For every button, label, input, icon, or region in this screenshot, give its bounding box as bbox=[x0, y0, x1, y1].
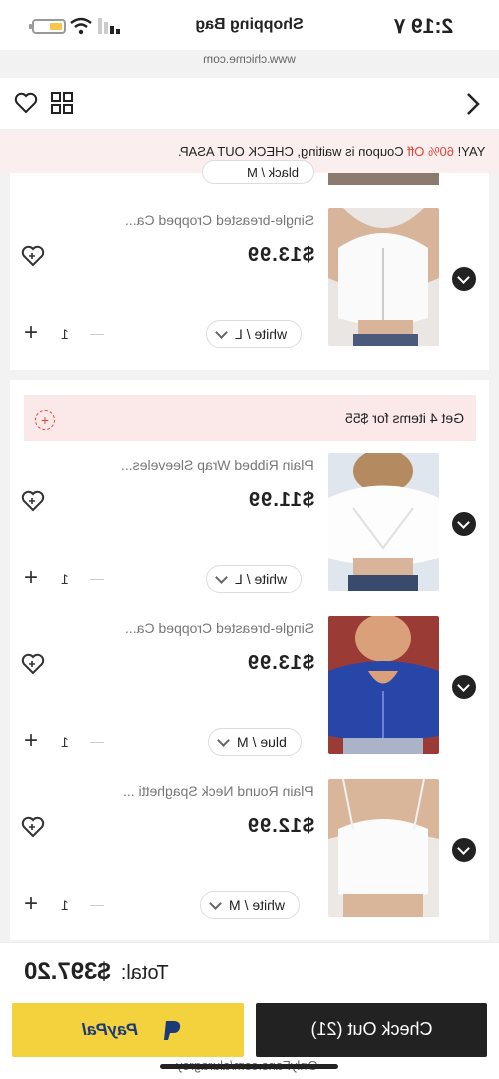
variant-selector[interactable]: white / L bbox=[206, 320, 303, 348]
paypal-label: PayPal bbox=[82, 1020, 138, 1039]
select-item-checkbox[interactable] bbox=[452, 838, 476, 862]
increase-quantity-button[interactable]: + bbox=[24, 321, 38, 345]
variant-text: blue / M bbox=[237, 734, 287, 750]
grid-icon[interactable] bbox=[51, 92, 73, 114]
select-item-checkbox[interactable] bbox=[452, 267, 476, 291]
banner-highlight: 60% Off bbox=[406, 144, 454, 159]
checkout-button[interactable]: Check Out (21) bbox=[256, 1003, 487, 1057]
promo-banner[interactable]: Get 4 items for $55 bbox=[24, 395, 476, 441]
decrease-quantity-button[interactable] bbox=[90, 742, 104, 743]
paypal-button[interactable]: PayPal bbox=[12, 1003, 244, 1057]
product-price: $12.99 bbox=[246, 815, 314, 837]
product-image[interactable] bbox=[328, 616, 439, 754]
home-indicator bbox=[160, 1064, 338, 1069]
product-image[interactable] bbox=[328, 453, 439, 591]
product-name[interactable]: Plain Ribbed Wrap Sleeveles... bbox=[121, 457, 314, 473]
save-to-wishlist-icon[interactable] bbox=[20, 652, 48, 676]
variant-text: white / L bbox=[235, 326, 288, 342]
quantity-value: 1 bbox=[61, 897, 69, 913]
product-image[interactable] bbox=[328, 208, 439, 346]
promo-text: Get 4 items for $55 bbox=[344, 410, 464, 426]
save-to-wishlist-icon[interactable] bbox=[20, 815, 48, 839]
variant-text: white / M bbox=[229, 897, 286, 913]
quantity-value: 1 bbox=[61, 734, 69, 750]
back-chevron-icon[interactable] bbox=[466, 92, 482, 116]
order-total: Total: $397.20 bbox=[24, 958, 169, 986]
product-price: $13.99 bbox=[246, 652, 314, 674]
total-label: Total: bbox=[120, 962, 169, 984]
quantity-value: 1 bbox=[61, 571, 69, 587]
select-item-checkbox[interactable] bbox=[452, 675, 476, 699]
decrease-quantity-button[interactable] bbox=[90, 579, 104, 580]
product-price: $13.99 bbox=[246, 244, 314, 266]
product-name[interactable]: Single-breasted Cropped Ca... bbox=[125, 620, 314, 636]
variant-selector[interactable]: white / M bbox=[200, 891, 301, 919]
save-to-wishlist-icon[interactable] bbox=[20, 244, 48, 268]
url-bar[interactable]: www.chicme.com bbox=[0, 52, 499, 66]
variant-selector[interactable]: white / L bbox=[206, 565, 303, 593]
product-price: $11.99 bbox=[247, 489, 314, 511]
add-promo-icon[interactable]: + bbox=[35, 410, 55, 430]
variant-selector[interactable]: black / M bbox=[202, 160, 314, 184]
decrease-quantity-button[interactable] bbox=[90, 905, 104, 906]
increase-quantity-button[interactable]: + bbox=[24, 892, 38, 916]
banner-suffix: Coupon is waiting, CHECK OUT ASAP. bbox=[177, 144, 407, 159]
product-image[interactable] bbox=[328, 779, 439, 917]
page-title: Shopping Bag bbox=[195, 16, 304, 33]
variant-selector[interactable]: blue / M bbox=[208, 728, 302, 756]
quantity-value: 1 bbox=[61, 326, 69, 342]
checkout-label: Check Out (21) bbox=[310, 1019, 433, 1039]
decrease-quantity-button[interactable] bbox=[90, 334, 104, 335]
save-to-wishlist-icon[interactable] bbox=[20, 489, 48, 513]
variant-text: white / L bbox=[235, 571, 288, 587]
total-value: $397.20 bbox=[24, 958, 111, 985]
page-header bbox=[0, 78, 499, 130]
select-item-checkbox[interactable] bbox=[452, 512, 476, 536]
increase-quantity-button[interactable]: + bbox=[24, 729, 38, 753]
wishlist-heart-icon[interactable] bbox=[14, 92, 38, 114]
product-name[interactable]: Single-breasted Cropped Ca... bbox=[125, 212, 314, 228]
variant-text: black / M bbox=[246, 165, 299, 180]
increase-quantity-button[interactable]: + bbox=[24, 566, 38, 590]
product-name[interactable]: Plain Round Neck Spaghetti ... bbox=[123, 783, 314, 799]
product-image[interactable] bbox=[328, 173, 439, 185]
banner-prefix: YAY! bbox=[453, 144, 485, 159]
